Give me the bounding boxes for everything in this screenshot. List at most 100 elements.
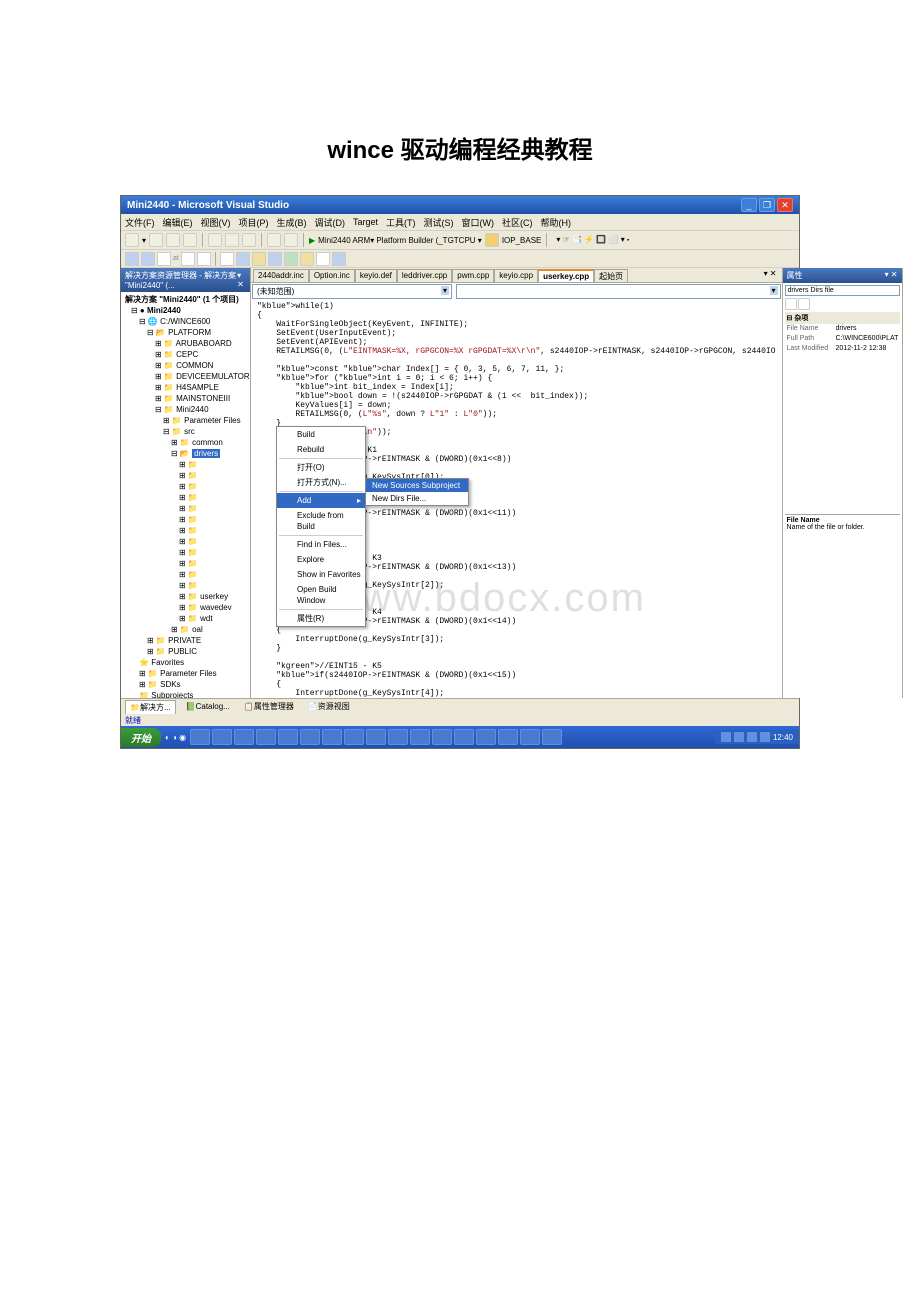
tray-icon[interactable] — [760, 732, 770, 742]
tree-item[interactable]: Parameter Files — [184, 416, 240, 425]
tab-solution[interactable]: 📁解决方... — [125, 700, 176, 714]
tool-icon[interactable] — [332, 252, 346, 266]
tree-item[interactable]: oal — [192, 625, 203, 634]
run-icon[interactable]: ▶ — [309, 236, 315, 245]
tab-keyio-def[interactable]: keyio.def — [355, 269, 397, 282]
tab-close-icon[interactable]: ▾ ✕ — [761, 269, 780, 282]
tab-userkey[interactable]: userkey.cpp — [538, 269, 594, 282]
tray-icon[interactable] — [721, 732, 731, 742]
alphabetical-icon[interactable] — [798, 298, 810, 310]
ctx-add[interactable]: Add▸ — [277, 493, 365, 508]
save-all-icon[interactable] — [183, 233, 197, 247]
tool-icon[interactable] — [220, 252, 234, 266]
task-item[interactable] — [344, 729, 364, 745]
tree-item[interactable]: C:/WINCE600 — [160, 317, 210, 326]
ctx-open-with[interactable]: 打开方式(N)... — [277, 475, 365, 490]
ctx-build-window[interactable]: Open Build Window — [277, 582, 365, 608]
tray-icon[interactable] — [747, 732, 757, 742]
tree-item[interactable]: wdt — [200, 614, 212, 623]
ctx-build[interactable]: Build — [277, 427, 365, 442]
minimize-button[interactable]: _ — [741, 198, 757, 212]
tree-item[interactable]: H4SAMPLE — [176, 383, 219, 392]
book-icon[interactable] — [485, 233, 499, 247]
tree-project[interactable]: Mini2440 — [147, 306, 181, 315]
ctx-favorites[interactable]: Show in Favorites — [277, 567, 365, 582]
menu-target[interactable]: Target — [353, 217, 378, 227]
tree-item[interactable]: Parameter Files — [160, 669, 216, 678]
task-item[interactable] — [542, 729, 562, 745]
panel-controls[interactable]: ▾ ✕ — [237, 271, 246, 289]
sub-new-dirs[interactable]: New Dirs File... — [366, 492, 468, 505]
scope-dropdown[interactable]: (未知范围) — [252, 284, 452, 299]
tool-icon[interactable] — [284, 252, 298, 266]
sub-new-sources[interactable]: New Sources Subproject — [366, 479, 468, 492]
menu-debug[interactable]: 调试(D) — [315, 216, 346, 229]
tree-item-selected[interactable]: drivers — [192, 449, 220, 458]
maximize-button[interactable]: ❐ — [759, 198, 775, 212]
menu-test[interactable]: 测试(S) — [424, 216, 454, 229]
ctx-properties[interactable]: 属性(R) — [277, 611, 365, 626]
tab-startpage[interactable]: 起始页 — [594, 269, 628, 282]
tree-item[interactable]: DEVICEEMULATOR — [176, 372, 250, 381]
menu-view[interactable]: 视图(V) — [201, 216, 231, 229]
tree-item[interactable]: MAINSTONEIII — [176, 394, 230, 403]
tool-icon[interactable] — [236, 252, 250, 266]
save-icon[interactable] — [166, 233, 180, 247]
open-icon[interactable] — [149, 233, 163, 247]
task-item[interactable] — [476, 729, 496, 745]
task-item[interactable] — [520, 729, 540, 745]
tree-item[interactable]: userkey — [200, 592, 228, 601]
task-item[interactable] — [190, 729, 210, 745]
task-item[interactable] — [432, 729, 452, 745]
menu-community[interactable]: 社区(C) — [502, 216, 533, 229]
task-item[interactable] — [234, 729, 254, 745]
task-item[interactable] — [366, 729, 386, 745]
platform-combo[interactable]: Mini2440 ARM▾ Platform Builder (_TGTCPU … — [318, 236, 482, 245]
tab-resource-view[interactable]: 📄资源视图 — [304, 700, 354, 713]
system-tray[interactable]: 12:40 — [715, 730, 799, 744]
tree-item[interactable]: src — [184, 427, 195, 436]
categorize-icon[interactable] — [785, 298, 797, 310]
tab-pwm[interactable]: pwm.cpp — [452, 269, 494, 282]
menu-tools[interactable]: 工具(T) — [386, 216, 416, 229]
tree-item[interactable]: CEPC — [176, 350, 198, 359]
tree-item[interactable]: SDKs — [160, 680, 180, 689]
task-item[interactable] — [212, 729, 232, 745]
task-item[interactable] — [256, 729, 276, 745]
new-project-icon[interactable] — [125, 233, 139, 247]
redo-icon[interactable] — [284, 233, 298, 247]
ctx-find[interactable]: Find in Files... — [277, 537, 365, 552]
tool-icon[interactable] — [141, 252, 155, 266]
ctx-explore[interactable]: Explore — [277, 552, 365, 567]
menu-help[interactable]: 帮助(H) — [541, 216, 572, 229]
member-dropdown[interactable] — [456, 284, 781, 299]
tree-item[interactable]: Mini2440 — [176, 405, 208, 414]
tree-solution-root[interactable]: 解决方案 "Mini2440" (1 个项目) — [123, 294, 248, 305]
menu-window[interactable]: 窗口(W) — [462, 216, 495, 229]
task-item[interactable] — [322, 729, 342, 745]
paste-icon[interactable] — [242, 233, 256, 247]
tree-item[interactable]: PUBLIC — [168, 647, 197, 656]
task-item[interactable] — [300, 729, 320, 745]
tool-icon[interactable] — [157, 252, 171, 266]
tab-option[interactable]: Option.inc — [309, 269, 355, 282]
menu-edit[interactable]: 编辑(E) — [163, 216, 193, 229]
task-item[interactable] — [388, 729, 408, 745]
tool-icon[interactable] — [181, 252, 195, 266]
tree-item[interactable]: wavedev — [200, 603, 232, 612]
start-button[interactable]: 开始 — [121, 728, 161, 747]
tree-item[interactable]: COMMON — [176, 361, 213, 370]
task-item[interactable] — [454, 729, 474, 745]
tree-item[interactable]: ARUBABOARD — [176, 339, 232, 348]
ctx-rebuild[interactable]: Rebuild — [277, 442, 365, 457]
menu-project[interactable]: 项目(P) — [239, 216, 269, 229]
menu-file[interactable]: 文件(F) — [125, 216, 155, 229]
tray-icon[interactable] — [734, 732, 744, 742]
search-combo[interactable]: IOP_BASE — [502, 236, 542, 245]
tool-icon[interactable] — [197, 252, 211, 266]
tab-2440addr[interactable]: 2440addr.inc — [253, 269, 309, 282]
copy-icon[interactable] — [225, 233, 239, 247]
tool-icon[interactable] — [268, 252, 282, 266]
menu-build[interactable]: 生成(B) — [277, 216, 307, 229]
undo-icon[interactable] — [267, 233, 281, 247]
